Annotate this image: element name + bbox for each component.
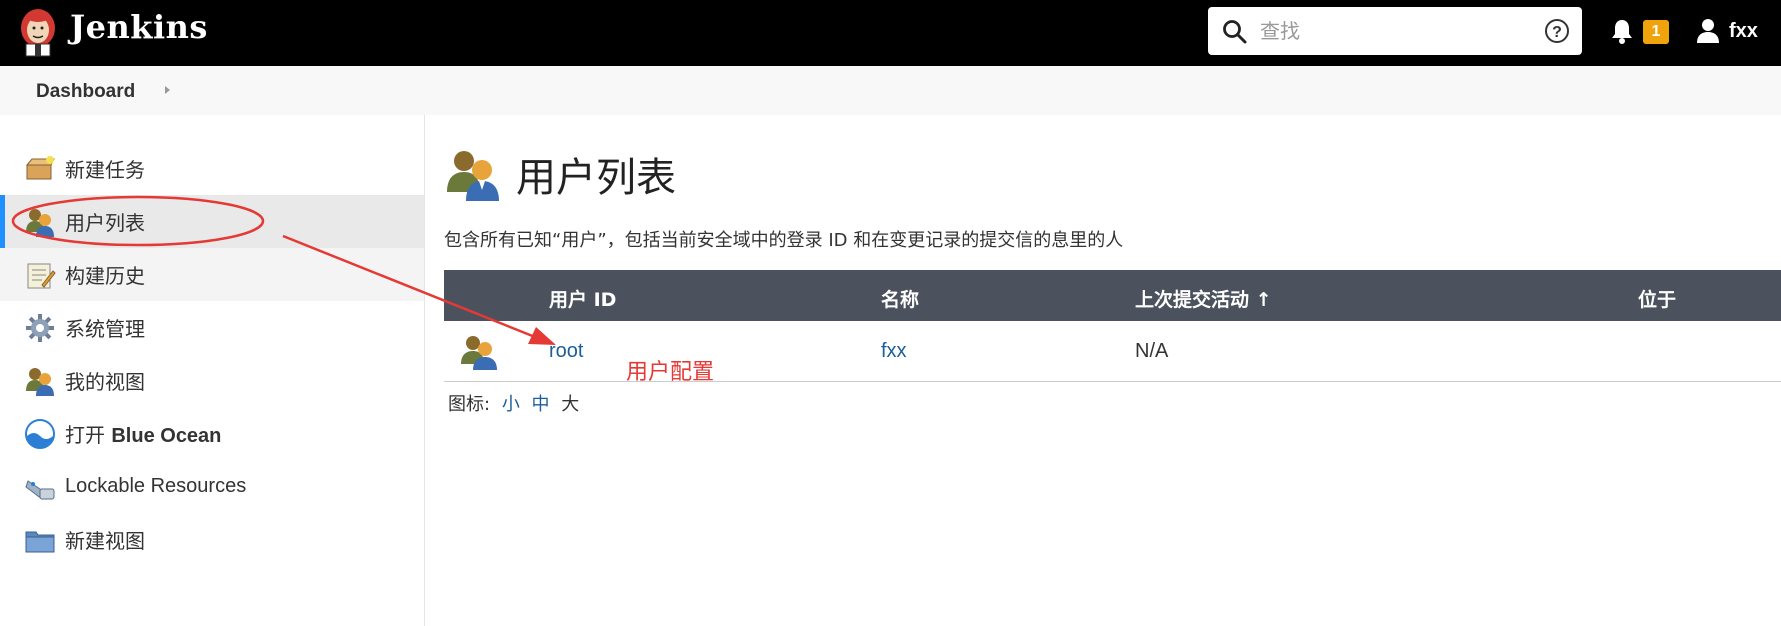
folder-icon: [25, 531, 55, 552]
column-header-user-id[interactable]: 用户 ID: [549, 285, 616, 312]
breadcrumb-dashboard[interactable]: Dashboard: [36, 81, 135, 103]
user-name[interactable]: fxx: [1729, 20, 1758, 43]
sidebar-item-label: 用户列表: [65, 211, 145, 235]
column-header-location[interactable]: 位于: [1638, 285, 1676, 312]
icon-size-label: 图标:: [448, 394, 491, 415]
icon-size-large: 大: [561, 394, 580, 415]
table-header: 用户 ID 名称 上次提交活动 ↑ 位于: [444, 270, 1781, 321]
page-description: 包含所有已知“用户”，包括当前安全域中的登录 ID 和在变更记录的提交信的息里的…: [444, 230, 1124, 251]
sidebar-item-label-prefix: 打开: [65, 423, 112, 447]
search-box[interactable]: ?: [1208, 7, 1582, 55]
sidebar-item-build-history[interactable]: 构建历史: [0, 248, 424, 301]
breadcrumb-chevron-icon[interactable]: [165, 86, 170, 94]
user-avatar-icon: [461, 336, 497, 370]
sidebar-item-users[interactable]: 用户列表: [0, 195, 424, 248]
sidebar-item-lockable-resources[interactable]: Lockable Resources: [0, 460, 424, 513]
users-icon: [26, 208, 54, 237]
lock-icon: [25, 479, 55, 500]
column-header-last-commit[interactable]: 上次提交活动 ↑: [1135, 285, 1272, 312]
users-icon: [447, 151, 499, 201]
user-name-link[interactable]: fxx: [881, 340, 907, 363]
users-icon: [26, 367, 54, 396]
sidebar-item-label-bold: Blue Ocean: [111, 425, 222, 447]
sidebar-item-label: 打开 Blue Ocean: [65, 419, 221, 448]
sidebar-item-my-views[interactable]: 我的视图: [0, 354, 424, 407]
notepad-icon: [27, 263, 56, 288]
column-header-name[interactable]: 名称: [881, 285, 919, 312]
sidebar-item-label: 新建任务: [65, 158, 145, 182]
blue-ocean-icon: [25, 418, 55, 449]
bell-icon[interactable]: [1610, 17, 1634, 45]
sidebar-item-blue-ocean[interactable]: 打开 Blue Ocean: [0, 407, 424, 460]
sidebar-item-label: Lockable Resources: [65, 475, 247, 497]
notification-badge[interactable]: 1: [1643, 20, 1669, 44]
search-icon: [1223, 20, 1247, 44]
annotation-label: 用户配置: [626, 360, 715, 385]
sidebar-item-manage[interactable]: 系统管理: [0, 301, 424, 354]
sidebar-item-label: 系统管理: [65, 317, 145, 341]
sidebar: 新建任务 用户列表 构建历史 系统管理 我的视图 打开 Blue Ocean L…: [0, 115, 425, 626]
search-input[interactable]: [1260, 16, 1530, 46]
sidebar-item-new-task[interactable]: 新建任务: [0, 142, 424, 195]
user-id-link[interactable]: root: [549, 340, 583, 363]
sidebar-item-label: 构建历史: [65, 264, 145, 288]
sidebar-item-new-view[interactable]: 新建视图: [0, 513, 424, 566]
top-header: Jenkins ? 1 fxx: [0, 0, 1781, 66]
svg-text:?: ?: [1552, 24, 1562, 41]
jenkins-logo-icon[interactable]: [18, 6, 58, 58]
help-icon[interactable]: ?: [1544, 18, 1570, 44]
sidebar-item-label: 我的视图: [65, 370, 145, 394]
user-icon[interactable]: [1696, 18, 1720, 44]
brand-title[interactable]: Jenkins: [70, 8, 208, 46]
last-commit-value: N/A: [1135, 340, 1169, 362]
icon-size-medium[interactable]: 中: [532, 394, 550, 415]
page-title: 用户列表: [516, 155, 676, 201]
sidebar-item-label: 新建视图: [65, 529, 145, 553]
gear-icon: [26, 313, 54, 342]
new-task-icon: [25, 155, 55, 179]
icon-size-selector: 图标: 小 中 大: [448, 390, 579, 416]
breadcrumb: Dashboard: [0, 66, 1781, 115]
icon-size-small[interactable]: 小: [502, 394, 520, 415]
